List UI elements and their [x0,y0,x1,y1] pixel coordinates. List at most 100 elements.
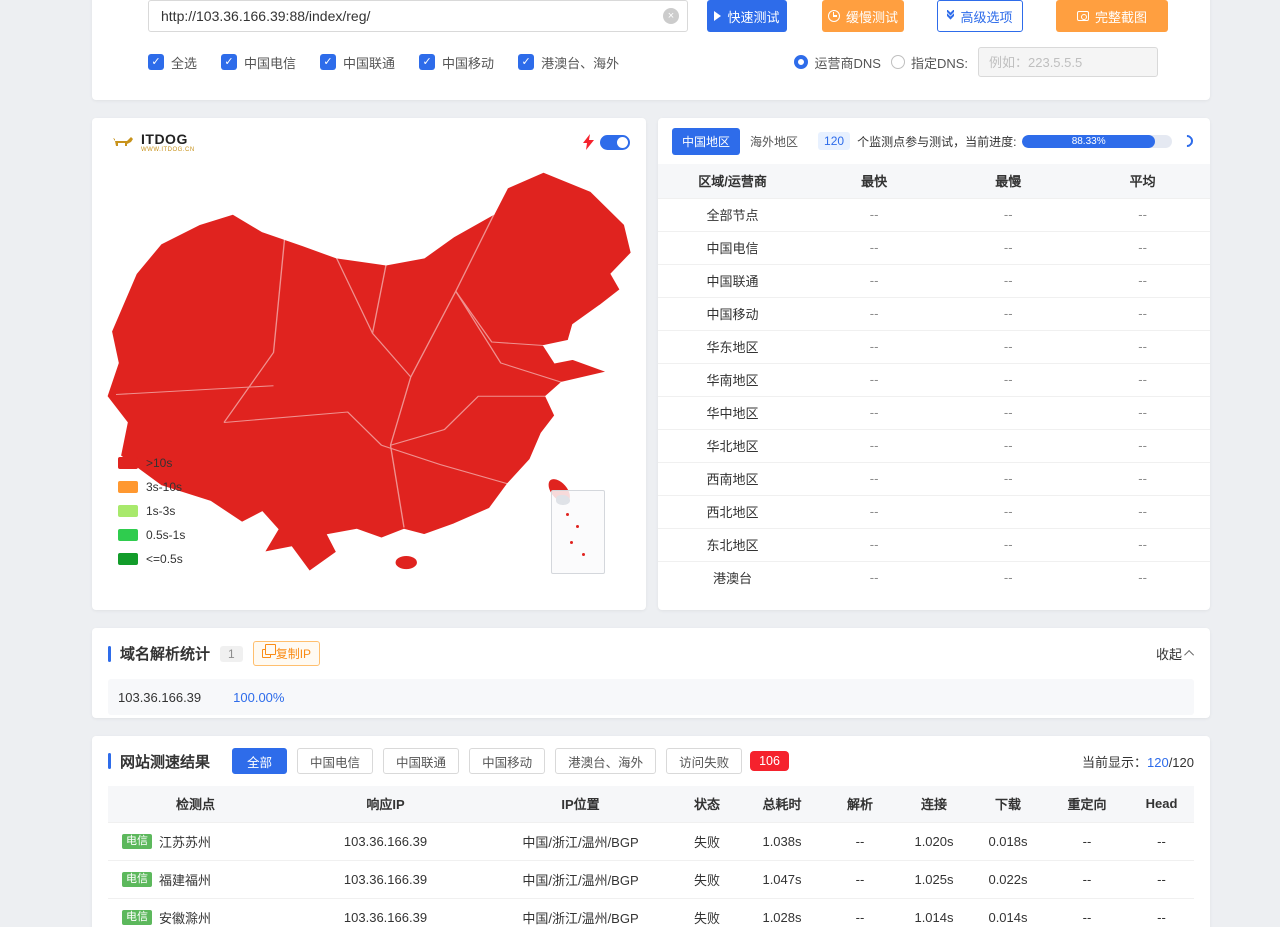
region-fastest: -- [807,297,941,330]
filter-chip[interactable]: 中国电信 [297,748,373,774]
legend-swatch [118,481,138,493]
filter-chip[interactable]: 访问失败 [666,748,742,774]
result-row[interactable]: 电信安徽滁州103.36.166.39中国/浙江/温州/BGP失败1.028s-… [108,898,1194,927]
node-cell: 电信福建福州 [108,870,283,889]
quick-test-button[interactable]: 快速测试 [707,0,787,32]
advanced-options-label: 高级选项 [960,7,1012,26]
dns-result-row: 103.36.166.39 100.00% [108,679,1194,715]
legend-item: <=0.5s [118,552,185,566]
region-name: 华中地区 [658,396,807,429]
region-name: 中国联通 [658,264,807,297]
filter-chip[interactable]: 中国联通 [383,748,459,774]
region-row[interactable]: 华南地区------ [658,363,1210,396]
node-name: 江苏苏州 [159,832,211,851]
head-time: -- [1129,898,1194,927]
map-controls [583,134,630,150]
clear-input-icon[interactable]: × [663,8,679,24]
region-fastest: -- [807,396,941,429]
checkbox-item[interactable]: ✓港澳台、海外 [518,53,619,72]
full-screenshot-button[interactable]: 完整截图 [1056,0,1168,32]
region-stats-card: 中国地区 海外地区 120 个监测点参与测试，当前进度: 88.33% 区域/运… [658,118,1210,610]
node-cell-td: 电信安徽滁州 [108,898,283,927]
region-row[interactable]: 中国电信------ [658,231,1210,264]
display-count-total: /120 [1169,755,1194,770]
collapse-button[interactable]: 收起 [1156,644,1194,663]
total-time: 1.038s [741,822,823,860]
results-title: 网站测速结果 [120,751,210,772]
region-fastest: -- [807,231,941,264]
region-row[interactable]: 华东地区------ [658,330,1210,363]
region-row[interactable]: 西北地区------ [658,495,1210,528]
col-average: 平均 [1075,164,1210,198]
checkbox-item[interactable]: ✓中国联通 [320,53,395,72]
region-name: 西南地区 [658,462,807,495]
radio-custom-dns[interactable]: 指定DNS: [891,53,968,72]
carrier-badge: 电信 [122,910,152,925]
col-node: 检测点 [108,786,283,822]
region-row[interactable]: 中国联通------ [658,264,1210,297]
region-average: -- [1075,264,1210,297]
advanced-options-button[interactable]: 高级选项 [937,0,1023,32]
region-row[interactable]: 东北地区------ [658,528,1210,561]
region-row[interactable]: 全部节点------ [658,198,1210,231]
checkbox-item[interactable]: ✓全选 [148,53,197,72]
tab-china-region[interactable]: 中国地区 [672,128,740,155]
radio-custom-dns-label: 指定DNS: [911,53,968,72]
region-fastest: -- [807,264,941,297]
region-row[interactable]: 港澳台------ [658,561,1210,594]
radio-selected-icon [794,55,808,69]
slow-test-label: 缓慢测试 [846,7,898,26]
results-table-header: 检测点 响应IP IP位置 状态 总耗时 解析 连接 下载 重定向 Head [108,786,1194,822]
node-name: 福建福州 [159,870,211,889]
region-slowest: -- [941,561,1075,594]
checkbox-item[interactable]: ✓中国移动 [419,53,494,72]
region-name: 中国电信 [658,231,807,264]
head-time: -- [1129,822,1194,860]
region-name: 华南地区 [658,363,807,396]
legend-label: 3s-10s [146,480,182,494]
region-table-body: 全部节点------中国电信------中国联通------中国移动------… [658,198,1210,594]
checkbox-checked-icon: ✓ [419,54,435,70]
region-fastest: -- [807,462,941,495]
results-table-body: 电信江苏苏州103.36.166.39中国/浙江/温州/BGP失败1.038s-… [108,822,1194,927]
slow-test-button[interactable]: 缓慢测试 [822,0,904,32]
filter-chip[interactable]: 中国移动 [469,748,545,774]
map-animation-toggle[interactable] [600,135,630,150]
filter-row: ✓全选✓中国电信✓中国联通✓中国移动✓港澳台、海外 运营商DNS 指定DNS: [148,47,1158,77]
region-row[interactable]: 华北地区------ [658,429,1210,462]
region-fastest: -- [807,495,941,528]
region-fastest: -- [807,528,941,561]
col-status: 状态 [673,786,741,822]
copy-ip-button[interactable]: 复制IP [253,641,320,666]
result-filter-chips: 全部中国电信中国联通中国移动港澳台、海外访问失败106 [232,748,789,774]
region-row[interactable]: 中国移动------ [658,297,1210,330]
checkbox-item[interactable]: ✓中国电信 [221,53,296,72]
download-time: 0.018s [971,822,1045,860]
total-time: 1.028s [741,898,823,927]
dns-input[interactable] [978,47,1158,77]
resolved-percent[interactable]: 100.00% [233,690,284,705]
radio-operator-dns[interactable]: 运营商DNS [794,53,880,72]
region-row[interactable]: 西南地区------ [658,462,1210,495]
region-fastest: -- [807,561,941,594]
region-row[interactable]: 华中地区------ [658,396,1210,429]
region-average: -- [1075,363,1210,396]
results-table: 检测点 响应IP IP位置 状态 总耗时 解析 连接 下载 重定向 Head 电… [108,786,1194,927]
legend-swatch [118,529,138,541]
node-cell: 电信安徽滁州 [108,908,283,927]
connect-time: 1.014s [897,898,971,927]
legend-label: 1s-3s [146,504,175,518]
result-row[interactable]: 电信福建福州103.36.166.39中国/浙江/温州/BGP失败1.047s-… [108,860,1194,898]
filter-chip[interactable]: 全部 [232,748,287,774]
url-input[interactable] [148,0,688,32]
display-count-current: 120 [1147,755,1169,770]
test-toolbar-card: × 快速测试 缓慢测试 高级选项 完整截图 ✓全选✓中国电信✓中国联通✓中国移动… [92,0,1210,100]
filter-chip[interactable]: 港澳台、海外 [555,748,656,774]
result-row[interactable]: 电信江苏苏州103.36.166.39中国/浙江/温州/BGP失败1.038s-… [108,822,1194,860]
col-ip-location: IP位置 [488,786,673,822]
checkbox-label: 中国电信 [244,53,296,72]
radio-operator-dns-label: 运营商DNS [814,53,880,72]
region-slowest: -- [941,297,1075,330]
page: × 快速测试 缓慢测试 高级选项 完整截图 ✓全选✓中国电信✓中国联通✓中国移动… [0,0,1280,927]
tab-overseas-region[interactable]: 海外地区 [740,128,808,155]
